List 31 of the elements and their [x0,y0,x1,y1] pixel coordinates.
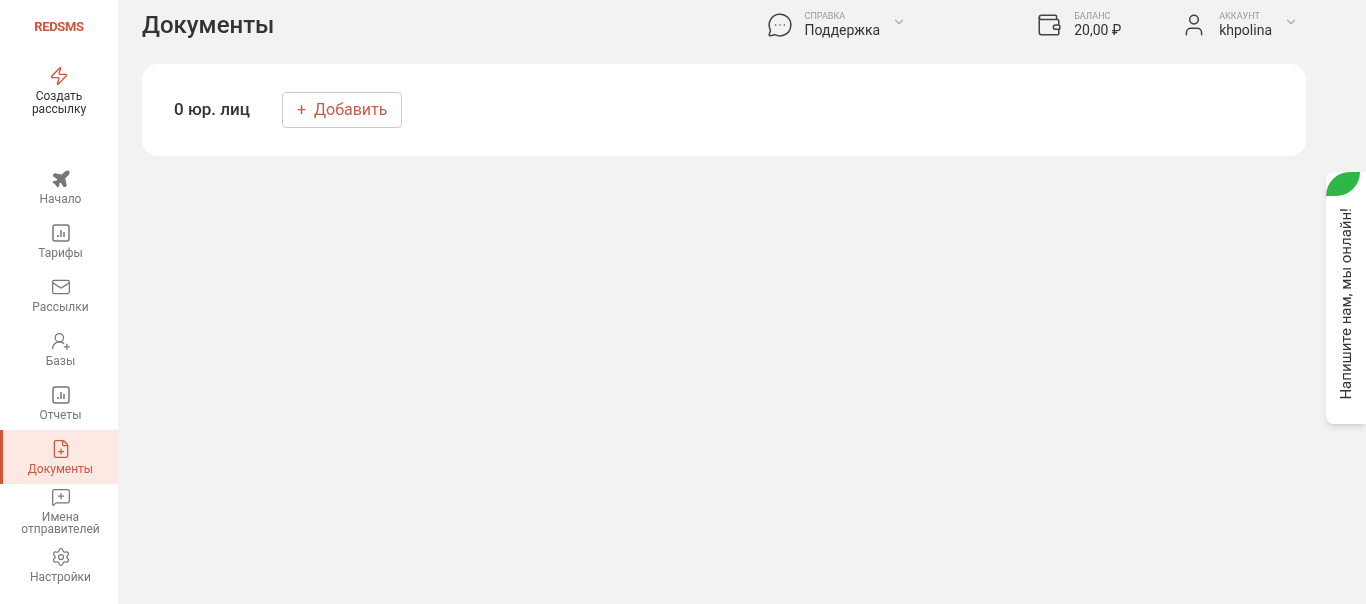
lightning-icon [49,66,69,86]
sidebar-item[interactable]: Начало [0,160,118,214]
header-value[interactable]: khpolina [1219,21,1272,40]
create-campaign-button[interactable]: Создать рассылку [24,66,94,116]
sidebar-item[interactable]: Имена отправителей [0,484,118,538]
header-caption: АККАУНТ [1219,10,1261,22]
chart-icon [50,223,71,243]
envelope-icon [50,277,71,297]
page-title: Документы [142,10,276,41]
settings-icon [50,547,71,567]
message-plus-icon [50,487,71,507]
leaf-icon [1326,172,1360,196]
chat-bubble-icon [766,12,793,38]
add-button[interactable]: + Добавить [281,92,403,128]
header-value[interactable]: 20,00 ₽ [1074,21,1122,40]
sidebar-item[interactable]: Настройки [0,538,118,592]
header-caption: БАЛАНС [1074,10,1112,22]
plane-icon [50,169,71,189]
sidebar-item[interactable]: Базы [0,322,118,376]
entity-count: 0 юр. лиц [174,98,250,122]
chart-icon [50,385,71,405]
sidebar-item[interactable]: Рассылки [0,268,118,322]
wallet-icon [1036,12,1063,38]
header-value[interactable]: Поддержка [804,21,881,40]
sidebar-item[interactable]: Тарифы [0,214,118,268]
chat-widget[interactable]: Напишите нам, мы онлайн! [1326,172,1366,424]
logo[interactable]: REDSMS [34,17,84,50]
sidebar-item[interactable]: Отчеты [0,376,118,430]
header-caption: СПРАВКА [804,10,847,22]
user-plus-icon [50,331,71,351]
sidebar-item[interactable]: Документы [0,430,118,484]
